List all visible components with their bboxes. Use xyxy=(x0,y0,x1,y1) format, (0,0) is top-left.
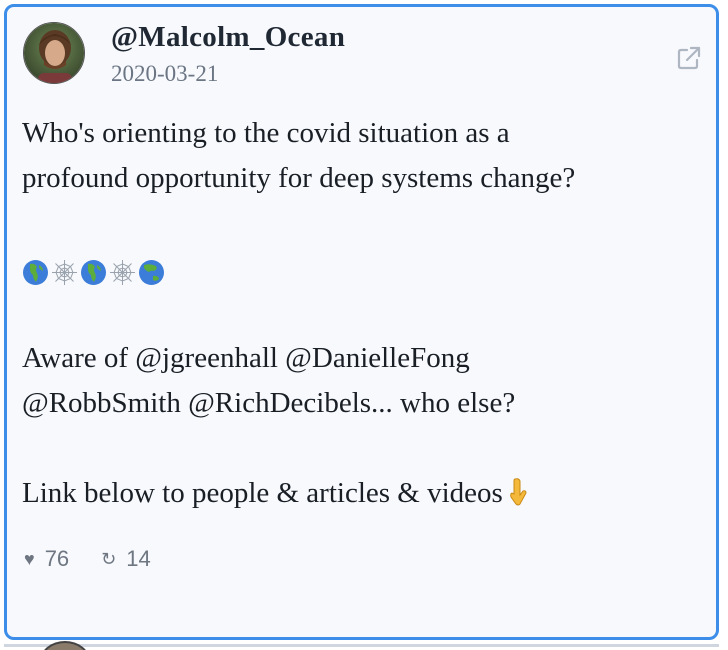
tweet-text-line: Who's orienting to the covid situation a… xyxy=(22,117,510,149)
tweet-text-line: Aware of @jgreenhall @DanielleFong xyxy=(22,342,470,374)
globe-europe-africa-icon xyxy=(22,255,49,285)
retweet-count: 14 xyxy=(126,546,151,571)
tweet-text-line: profound opportunity for deep systems ch… xyxy=(22,162,576,194)
spider-web-icon xyxy=(51,255,78,285)
page: @Malcolm_Ocean 2020-03-21 Who's orientin… xyxy=(0,0,728,650)
retweet-icon: ↻ xyxy=(101,548,117,569)
emoji-row xyxy=(22,246,707,291)
avatar[interactable] xyxy=(23,22,85,84)
tweet-date: 2020-03-21 xyxy=(111,61,219,86)
next-tweet-card-edge xyxy=(4,644,719,650)
tweet-stats: ♥ 76 ↻ 14 xyxy=(24,546,183,572)
link-line-text: Link below to people & articles & videos xyxy=(22,477,503,509)
tweet-text-line: @RobbSmith @RichDecibels... who else? xyxy=(22,387,516,419)
tweet-card[interactable]: @Malcolm_Ocean 2020-03-21 Who's orientin… xyxy=(4,4,719,640)
external-link-icon[interactable] xyxy=(674,43,704,73)
tweet-body: Who's orienting to the covid situation a… xyxy=(22,111,707,516)
retweet-stat[interactable]: ↻ 14 xyxy=(101,546,151,572)
like-stat[interactable]: ♥ 76 xyxy=(24,546,69,572)
like-count: 76 xyxy=(44,546,70,571)
author-name[interactable]: @Malcolm_Ocean xyxy=(111,21,345,54)
globe-europe-africa-icon xyxy=(80,255,107,285)
pointing-down-icon xyxy=(507,476,531,506)
spider-web-icon xyxy=(109,255,136,285)
heart-icon: ♥ xyxy=(24,548,35,569)
globe-asia-australia-icon xyxy=(138,255,165,285)
tweet-text-line: Link below to people & articles & videos xyxy=(22,471,707,516)
